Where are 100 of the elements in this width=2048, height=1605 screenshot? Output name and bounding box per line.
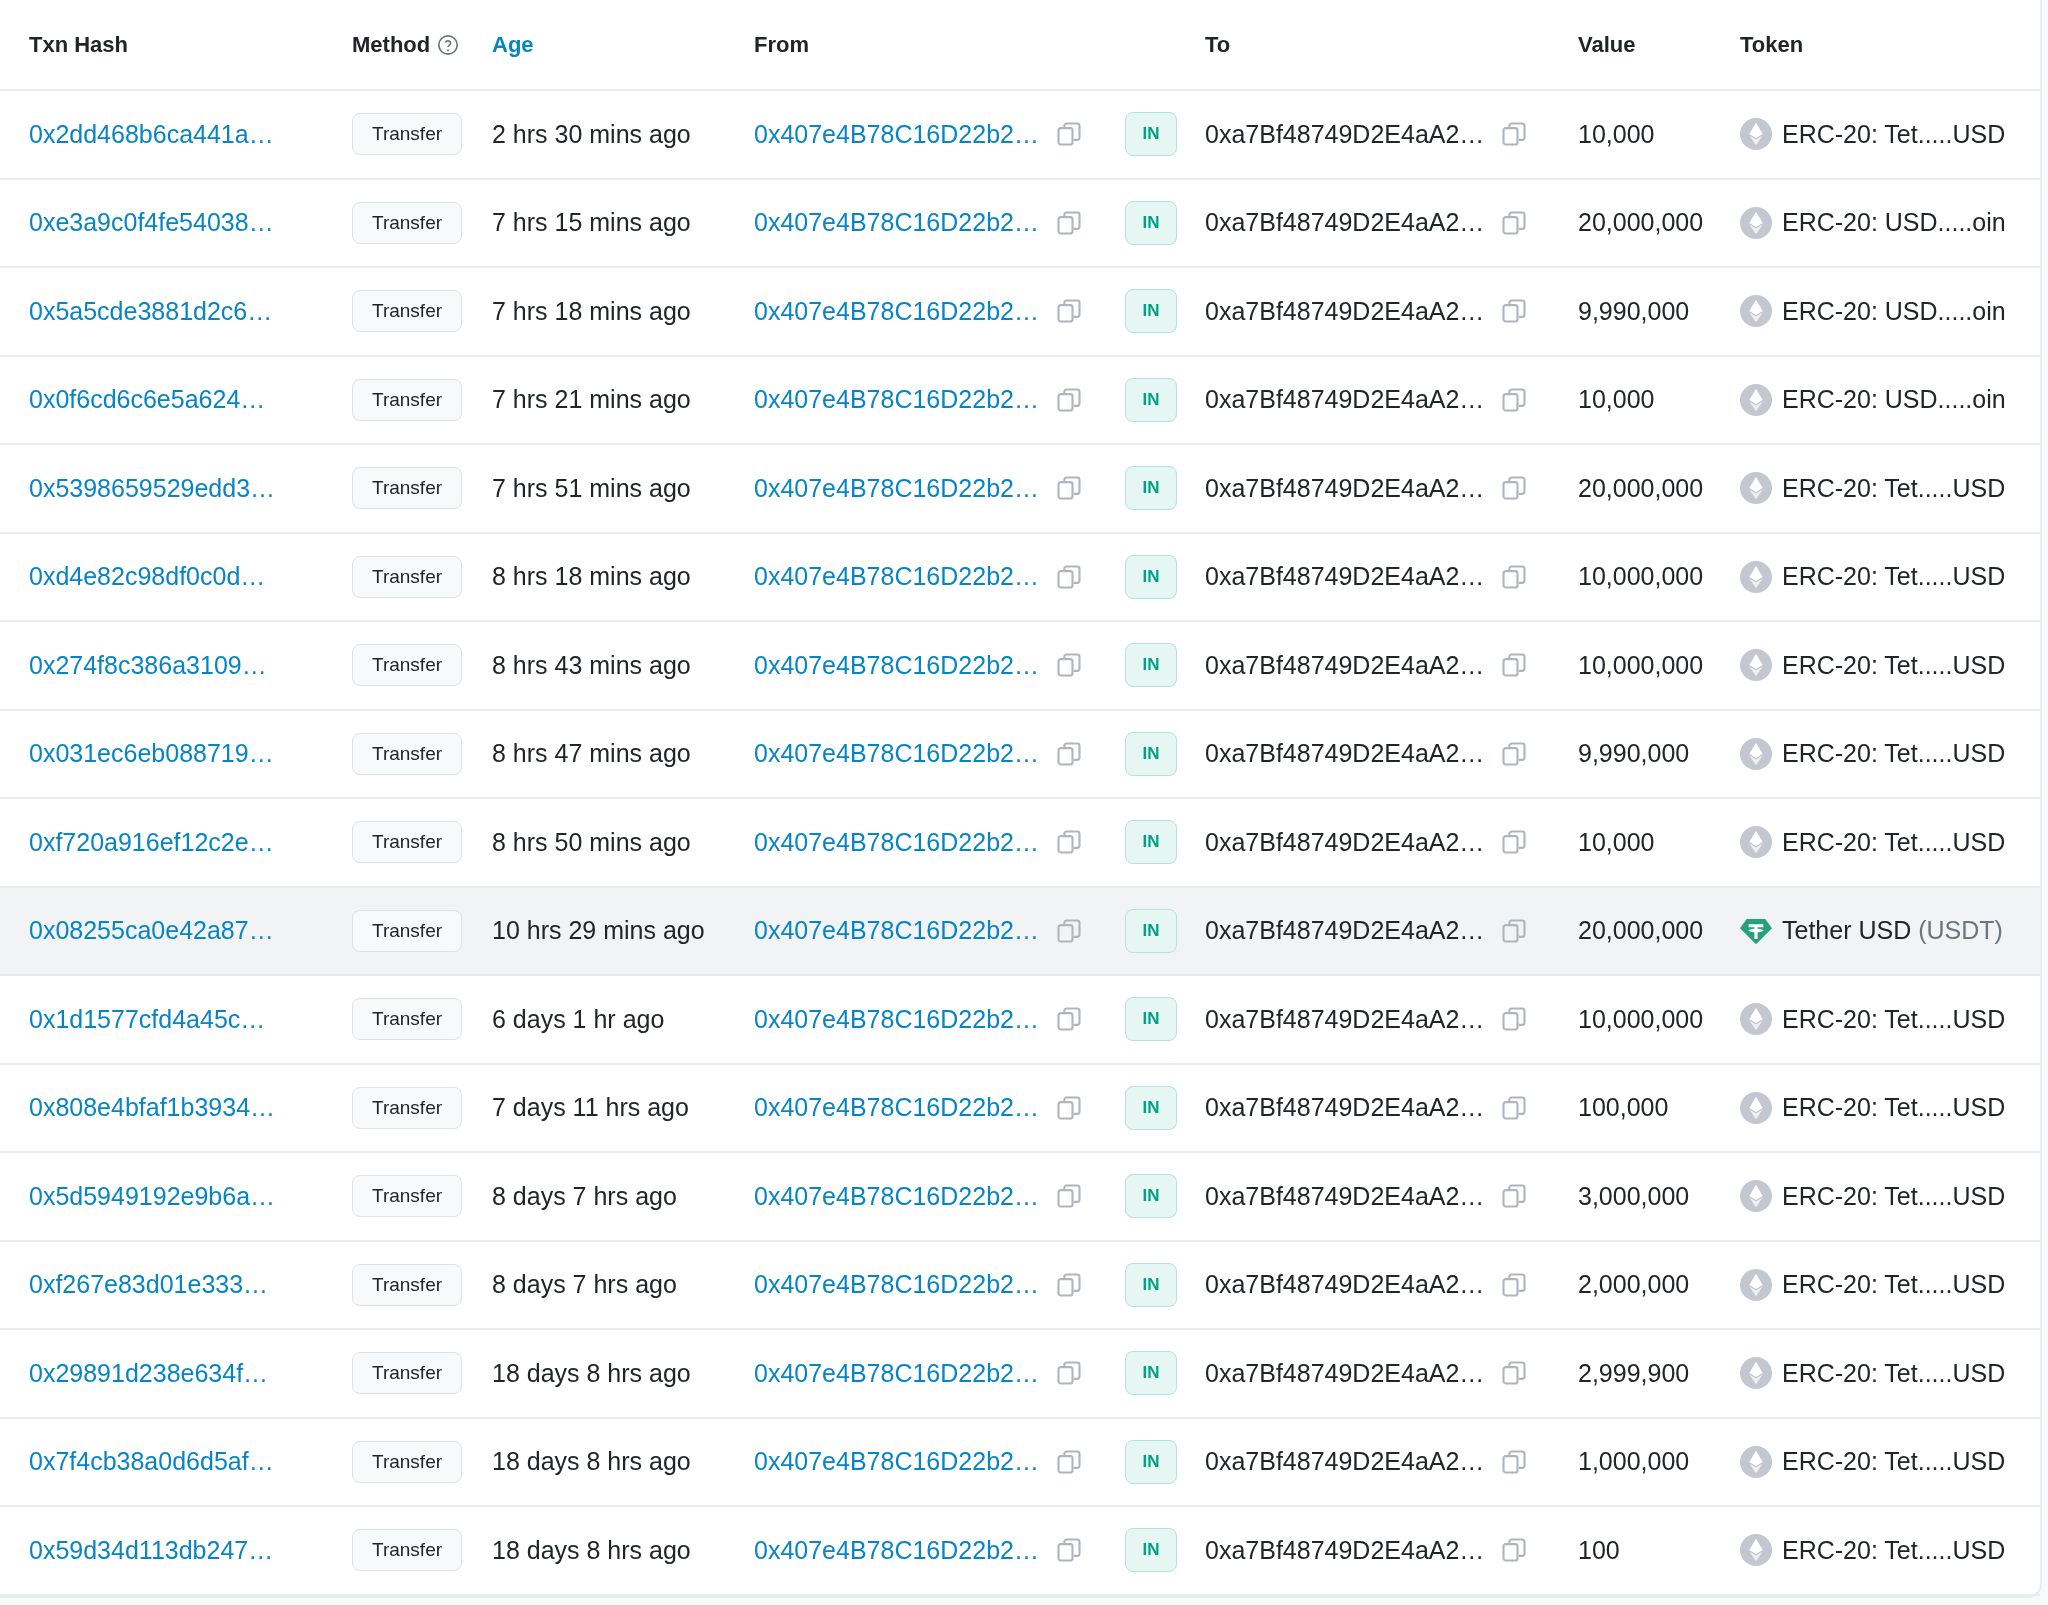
from-address-link[interactable]: 0x407e4B78C16D22b2… [754,296,1039,326]
copy-icon[interactable] [1054,1359,1083,1388]
copy-icon[interactable] [1054,297,1083,326]
method-badge[interactable]: Transfer [352,1529,463,1572]
copy-icon[interactable] [1054,474,1083,503]
copy-icon[interactable] [1500,474,1529,503]
token-name[interactable]: ERC-20: Tet.....USD [1782,562,2006,592]
method-badge[interactable]: Transfer [352,732,463,775]
txn-hash-link[interactable]: 0x808e4bfaf1b3934… [29,1093,276,1123]
from-address-link[interactable]: 0x407e4B78C16D22b2… [754,1181,1039,1211]
txn-hash-link[interactable]: 0x274f8c386a3109… [29,650,267,680]
copy-icon[interactable] [1500,1447,1529,1476]
token-name[interactable]: ERC-20: Tet.....USD [1782,1358,2006,1388]
copy-icon[interactable] [1054,385,1083,414]
method-badge[interactable]: Transfer [352,555,463,598]
txn-hash-link[interactable]: 0xf720a916ef12c2e… [29,827,274,857]
table-row[interactable]: 0x5d5949192e9b6a… Transfer 8 days 7 hrs ago 0x407e4B78C16D22b2… IN 0xa7Bf48749D2E4aA2… 3,000,000 ERC-20: Tet.....USD [0,1153,2040,1242]
from-address-link[interactable]: 0x407e4B78C16D22b2… [754,827,1039,857]
txn-hash-link[interactable]: 0x5a5cde3881d2c6… [29,296,273,326]
token-name[interactable]: ERC-20: Tet.....USD [1782,739,2006,769]
method-badge[interactable]: Transfer [352,113,463,156]
copy-icon[interactable] [1500,562,1529,591]
copy-icon[interactable] [1500,208,1529,237]
copy-icon[interactable] [1500,1093,1529,1122]
from-address-link[interactable]: 0x407e4B78C16D22b2… [754,650,1039,680]
help-icon[interactable] [437,33,460,56]
table-row[interactable]: 0x5398659529edd3… Transfer 7 hrs 51 mins ago 0x407e4B78C16D22b2… IN 0xa7Bf48749D2E4aA2… 20,000,000 ERC-20: Tet.....USD [0,445,2040,534]
from-address-link[interactable]: 0x407e4B78C16D22b2… [754,1535,1039,1565]
txn-hash-link[interactable]: 0x031ec6eb088719… [29,739,274,769]
table-row[interactable]: 0x5a5cde3881d2c6… Transfer 7 hrs 18 mins ago 0x407e4B78C16D22b2… IN 0xa7Bf48749D2E4aA2… 9,990,000 ERC-20: USD.....oin [0,268,2040,357]
table-row[interactable]: 0xe3a9c0f4fe54038… Transfer 7 hrs 15 mins ago 0x407e4B78C16D22b2… IN 0xa7Bf48749D2E4aA2… 20,000,000 ERC-20: USD.....oin [0,179,2040,268]
copy-icon[interactable] [1054,1447,1083,1476]
copy-icon[interactable] [1500,739,1529,768]
from-address-link[interactable]: 0x407e4B78C16D22b2… [754,739,1039,769]
token-name[interactable]: ERC-20: Tet.....USD [1782,1181,2006,1211]
method-badge[interactable]: Transfer [352,201,463,244]
from-address-link[interactable]: 0x407e4B78C16D22b2… [754,208,1039,238]
copy-icon[interactable] [1500,297,1529,326]
copy-icon[interactable] [1500,651,1529,680]
table-row[interactable]: 0xf267e83d01e333… Transfer 8 days 7 hrs ago 0x407e4B78C16D22b2… IN 0xa7Bf48749D2E4aA2… 2,000,000 ERC-20: Tet.....USD [0,1241,2040,1330]
copy-icon[interactable] [1500,1005,1529,1034]
copy-icon[interactable] [1054,208,1083,237]
token-name[interactable]: ERC-20: Tet.....USD [1782,473,2006,503]
method-badge[interactable]: Transfer [352,290,463,333]
txn-hash-link[interactable]: 0x1d1577cfd4a45c… [29,1004,266,1034]
token-name[interactable]: Tether USD [1782,916,1912,946]
copy-icon[interactable] [1054,1093,1083,1122]
from-address-link[interactable]: 0x407e4B78C16D22b2… [754,562,1039,592]
token-name[interactable]: ERC-20: Tet.....USD [1782,1270,2006,1300]
copy-icon[interactable] [1054,1182,1083,1211]
copy-icon[interactable] [1054,562,1083,591]
table-row[interactable]: 0x274f8c386a3109… Transfer 8 hrs 43 mins ago 0x407e4B78C16D22b2… IN 0xa7Bf48749D2E4aA2… 10,000,000 ERC-20: Tet.....USD [0,622,2040,711]
table-row[interactable]: 0x808e4bfaf1b3934… Transfer 7 days 11 hrs ago 0x407e4B78C16D22b2… IN 0xa7Bf48749D2E4aA2… 100,000 ERC-20: Tet.....USD [0,1064,2040,1153]
copy-icon[interactable] [1500,120,1529,149]
copy-icon[interactable] [1054,828,1083,857]
txn-hash-link[interactable]: 0x0f6cd6c6e5a624… [29,385,266,415]
copy-icon[interactable] [1500,828,1529,857]
token-name[interactable]: ERC-20: Tet.....USD [1782,1004,2006,1034]
method-badge[interactable]: Transfer [352,467,463,510]
txn-hash-link[interactable]: 0x2dd468b6ca441a… [29,119,274,149]
from-address-link[interactable]: 0x407e4B78C16D22b2… [754,1004,1039,1034]
token-name[interactable]: ERC-20: Tet.....USD [1782,1093,2006,1123]
copy-icon[interactable] [1054,120,1083,149]
copy-icon[interactable] [1054,1005,1083,1034]
token-name[interactable]: ERC-20: USD.....oin [1782,296,2006,326]
from-address-link[interactable]: 0x407e4B78C16D22b2… [754,916,1039,946]
txn-hash-link[interactable]: 0x08255ca0e42a87… [29,916,274,946]
token-name[interactable]: ERC-20: Tet.....USD [1782,650,2006,680]
from-address-link[interactable]: 0x407e4B78C16D22b2… [754,1270,1039,1300]
method-badge[interactable]: Transfer [352,1352,463,1395]
copy-icon[interactable] [1500,1270,1529,1299]
copy-icon[interactable] [1500,385,1529,414]
copy-icon[interactable] [1500,1536,1529,1565]
table-row[interactable]: 0x7f4cb38a0d6d5af… Transfer 18 days 8 hrs ago 0x407e4B78C16D22b2… IN 0xa7Bf48749D2E4aA2… 1,000,000 ERC-20: Tet.....USD [0,1418,2040,1507]
from-address-link[interactable]: 0x407e4B78C16D22b2… [754,385,1039,415]
method-badge[interactable]: Transfer [352,1175,463,1218]
table-row[interactable]: 0x59d34d113db247… Transfer 18 days 8 hrs ago 0x407e4B78C16D22b2… IN 0xa7Bf48749D2E4aA2… 100 ERC-20: Tet.....USD [0,1507,2040,1596]
table-row[interactable]: 0x29891d238e634f… Transfer 18 days 8 hrs ago 0x407e4B78C16D22b2… IN 0xa7Bf48749D2E4aA2… 2,999,900 ERC-20: Tet.....USD [0,1330,2040,1419]
txn-hash-link[interactable]: 0xf267e83d01e333… [29,1270,269,1300]
txn-hash-link[interactable]: 0x5d5949192e9b6a… [29,1181,276,1211]
table-row[interactable]: 0xd4e82c98df0c0d… Transfer 8 hrs 18 mins ago 0x407e4B78C16D22b2… IN 0xa7Bf48749D2E4aA2… 10,000,000 ERC-20: Tet.....USD [0,533,2040,622]
method-badge[interactable]: Transfer [352,378,463,421]
copy-icon[interactable] [1500,1359,1529,1388]
token-name[interactable]: ERC-20: Tet.....USD [1782,827,2006,857]
token-name[interactable]: ERC-20: Tet.....USD [1782,1535,2006,1565]
copy-icon[interactable] [1500,916,1529,945]
from-address-link[interactable]: 0x407e4B78C16D22b2… [754,1093,1039,1123]
copy-icon[interactable] [1054,739,1083,768]
method-badge[interactable]: Transfer [352,909,463,952]
from-address-link[interactable]: 0x407e4B78C16D22b2… [754,1358,1039,1388]
token-name[interactable]: ERC-20: Tet.....USD [1782,1447,2006,1477]
method-badge[interactable]: Transfer [352,821,463,864]
from-address-link[interactable]: 0x407e4B78C16D22b2… [754,119,1039,149]
token-name[interactable]: ERC-20: USD.....oin [1782,208,2006,238]
txn-hash-link[interactable]: 0x7f4cb38a0d6d5af… [29,1447,274,1477]
table-row[interactable]: 0x2dd468b6ca441a… Transfer 2 hrs 30 mins ago 0x407e4B78C16D22b2… IN 0xa7Bf48749D2E4aA2… 10,000 ERC-20: Tet.....USD [0,91,2040,180]
table-row[interactable]: 0x031ec6eb088719… Transfer 8 hrs 47 mins ago 0x407e4B78C16D22b2… IN 0xa7Bf48749D2E4aA2… 9,990,000 ERC-20: Tet.....USD [0,710,2040,799]
table-row[interactable]: 0x0f6cd6c6e5a624… Transfer 7 hrs 21 mins ago 0x407e4B78C16D22b2… IN 0xa7Bf48749D2E4aA2… 10,000 ERC-20: USD.....oin [0,356,2040,445]
txn-hash-link[interactable]: 0x59d34d113db247… [29,1535,274,1565]
method-badge[interactable]: Transfer [352,644,463,687]
